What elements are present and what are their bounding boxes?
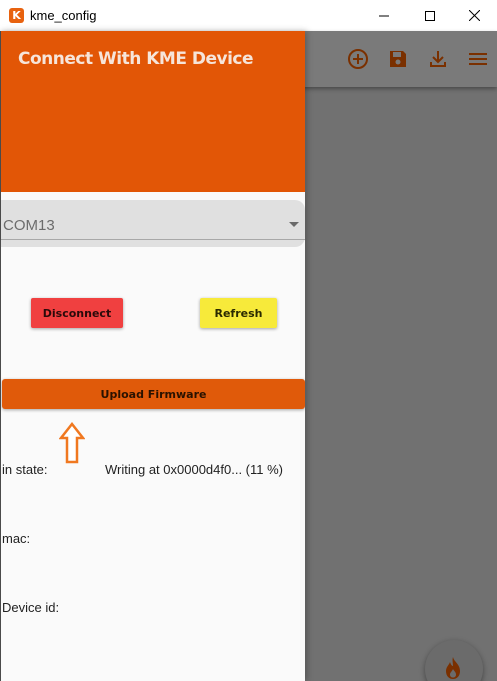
drawer-title: Connect With KME Device — [18, 49, 254, 69]
com-port-selected-value: COM13 — [3, 217, 55, 234]
app-icon: K — [9, 8, 24, 23]
com-port-dropdown[interactable]: COM13 — [1, 200, 305, 247]
dropdown-underline — [1, 239, 305, 240]
window-titlebar: K kme_config — [0, 0, 497, 31]
menu-icon[interactable] — [466, 47, 490, 71]
navigation-drawer: Connect With KME Device COM13 Disconnect… — [0, 31, 305, 681]
close-icon — [468, 10, 480, 21]
dropdown-arrow-icon[interactable] — [289, 222, 299, 227]
device-id-label: Device id: — [2, 600, 60, 615]
drawer-header: Connect With KME Device — [1, 31, 305, 192]
refresh-button[interactable]: Refresh — [200, 298, 277, 328]
minimize-icon — [379, 15, 389, 16]
minimize-button[interactable] — [361, 0, 407, 31]
disconnect-button[interactable]: Disconnect — [31, 298, 123, 328]
fire-icon — [446, 657, 460, 679]
close-button[interactable] — [451, 0, 497, 31]
window-title: kme_config — [30, 8, 97, 23]
maximize-icon — [425, 10, 435, 21]
state-label: in state: — [2, 462, 48, 477]
download-icon[interactable] — [426, 47, 450, 71]
up-arrow-icon — [59, 422, 85, 464]
upload-firmware-button[interactable]: Upload Firmware — [2, 379, 305, 409]
mac-label: mac: — [2, 531, 31, 546]
state-value: Writing at 0x0000d4f0... (11 %) — [105, 462, 284, 477]
save-icon[interactable] — [386, 47, 410, 71]
add-circle-icon[interactable] — [346, 47, 370, 71]
maximize-button[interactable] — [407, 0, 453, 31]
